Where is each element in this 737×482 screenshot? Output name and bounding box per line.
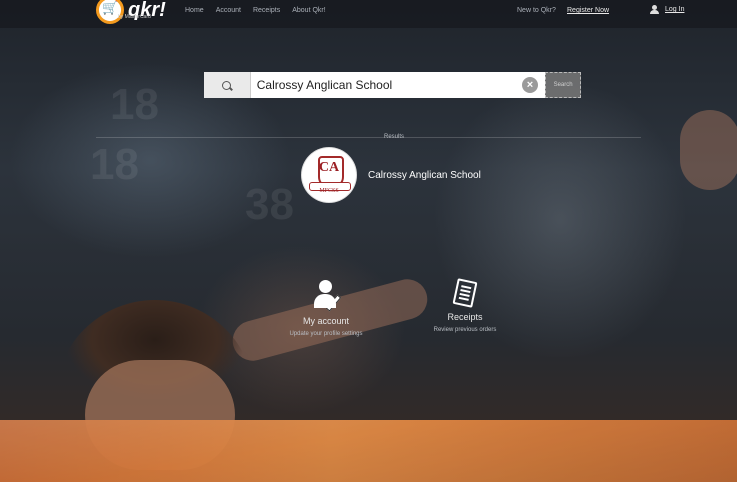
- orange-footer-band: [0, 420, 737, 482]
- my-account-tile[interactable]: My account Update your profile settings: [270, 280, 382, 337]
- result-school-name: Calrossy Anglican School: [368, 169, 481, 181]
- user-icon: [650, 5, 659, 14]
- tile-title: Receipts: [447, 312, 483, 322]
- search-icon: [222, 80, 232, 90]
- crest-motto: MFCSS: [319, 188, 339, 194]
- results-divider: [96, 137, 641, 138]
- user-edit-icon: [313, 280, 342, 312]
- nav-link-home[interactable]: Home: [185, 7, 204, 14]
- nav-link-receipts[interactable]: Receipts: [253, 7, 280, 14]
- result-item[interactable]: CA MFCSS Calrossy Anglican School: [302, 148, 481, 202]
- crest-letters: CA: [318, 160, 340, 175]
- tile-subtitle: Review previous orders: [433, 327, 497, 333]
- background-chalk-number: 38: [245, 180, 294, 229]
- register-link[interactable]: Register Now: [567, 7, 609, 14]
- receipts-tile[interactable]: Receipts Review previous orders: [410, 278, 520, 333]
- tile-subtitle: Update your profile settings: [289, 331, 363, 337]
- search-input[interactable]: [250, 72, 546, 98]
- login-link[interactable]: Log In: [650, 5, 684, 14]
- nav-link-about[interactable]: About Qkr!: [292, 7, 325, 14]
- cart-icon: [96, 0, 124, 24]
- results-heading: Results: [383, 134, 404, 140]
- receipt-icon: [452, 278, 478, 308]
- search-bar: × Search: [204, 72, 581, 98]
- school-crest-logo: CA MFCSS: [302, 148, 356, 202]
- background-chalk-number: 18: [90, 140, 139, 189]
- background-chalk-number: 18: [110, 80, 159, 129]
- top-navbar: qkr! by MasterCard Home Account Receipts…: [0, 0, 737, 28]
- tile-title: My account: [302, 316, 350, 326]
- new-user-prompt: New to Qkr?: [517, 7, 556, 14]
- clear-search-button[interactable]: ×: [522, 77, 538, 93]
- nav-link-account[interactable]: Account: [216, 7, 241, 14]
- search-icon-box[interactable]: [204, 72, 251, 98]
- background-hand: [680, 110, 737, 190]
- nav-links: Home Account Receipts About Qkr!: [185, 7, 326, 14]
- login-label: Log In: [665, 6, 685, 13]
- brand-logo[interactable]: qkr!: [96, 0, 166, 24]
- search-button[interactable]: Search: [545, 72, 581, 98]
- pen-icon: [325, 294, 342, 312]
- brand-subtitle: by MasterCard: [118, 14, 151, 20]
